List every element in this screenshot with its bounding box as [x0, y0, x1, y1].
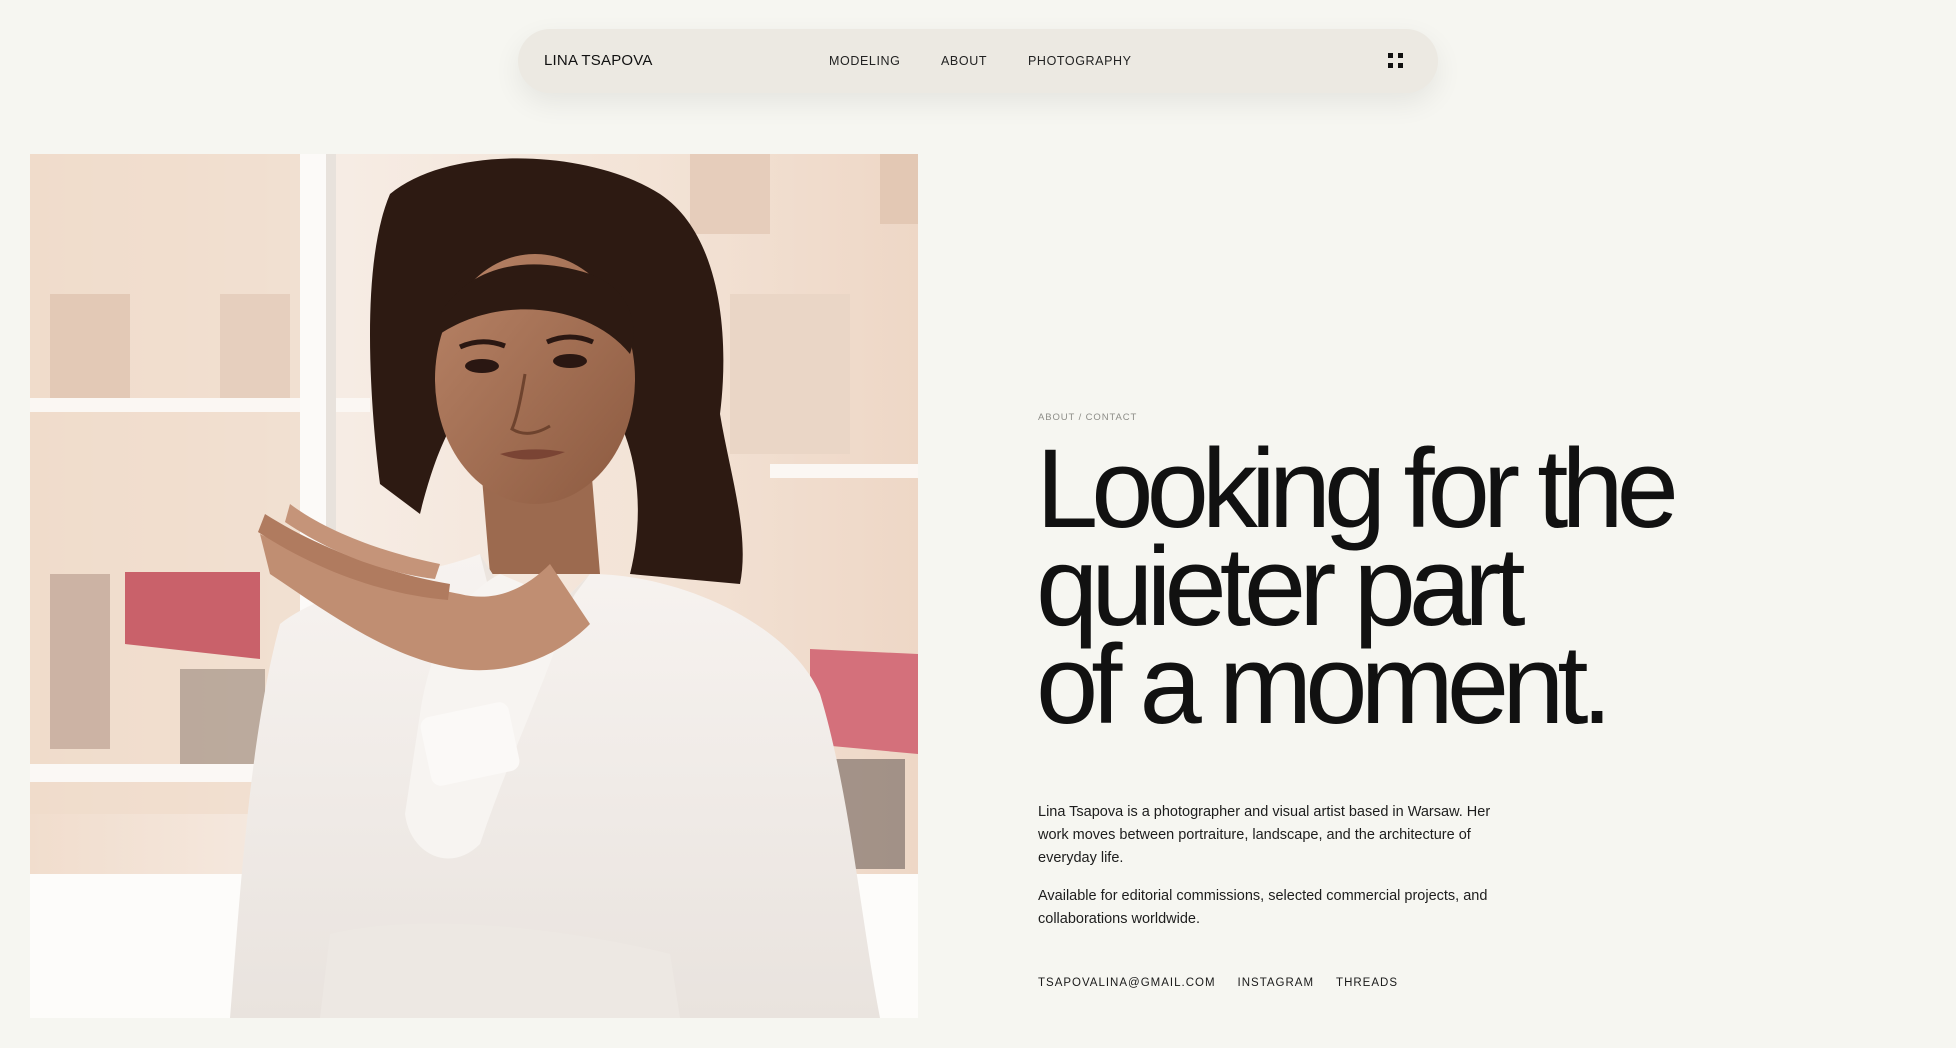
contact-links: TSAPOVALINA@GMAIL.COM INSTAGRAM THREADS	[1038, 977, 1420, 993]
availability-paragraph: Available for editorial commissions, sel…	[1038, 888, 1488, 927]
headline-line-3: of a moment.	[1036, 622, 1613, 747]
bio-text: Lina Tsapova is a photographer and visua…	[1038, 801, 1508, 931]
threads-link[interactable]: THREADS	[1336, 977, 1398, 989]
grid-menu-icon[interactable]	[1386, 51, 1406, 71]
instagram-link[interactable]: INSTAGRAM	[1238, 977, 1315, 989]
bio-paragraph: Lina Tsapova is a photographer and visua…	[1038, 804, 1491, 866]
nav-link-photography[interactable]: PHOTOGRAPHY	[1028, 29, 1132, 93]
portrait-illustration	[30, 154, 918, 1018]
breadcrumb: ABOUT / CONTACT	[1038, 412, 1138, 423]
nav-link-modeling[interactable]: MODELING	[829, 29, 900, 93]
nav-link-about[interactable]: ABOUT	[941, 29, 987, 93]
portrait-photo	[30, 154, 918, 1018]
top-nav: LINA TSAPOVA MODELING ABOUT PHOTOGRAPHY	[518, 29, 1438, 93]
page-title: Looking for the quieter part of a moment…	[1036, 433, 1679, 747]
brand-logo[interactable]: LINA TSAPOVA	[544, 29, 653, 93]
email-link[interactable]: TSAPOVALINA@GMAIL.COM	[1038, 977, 1216, 989]
